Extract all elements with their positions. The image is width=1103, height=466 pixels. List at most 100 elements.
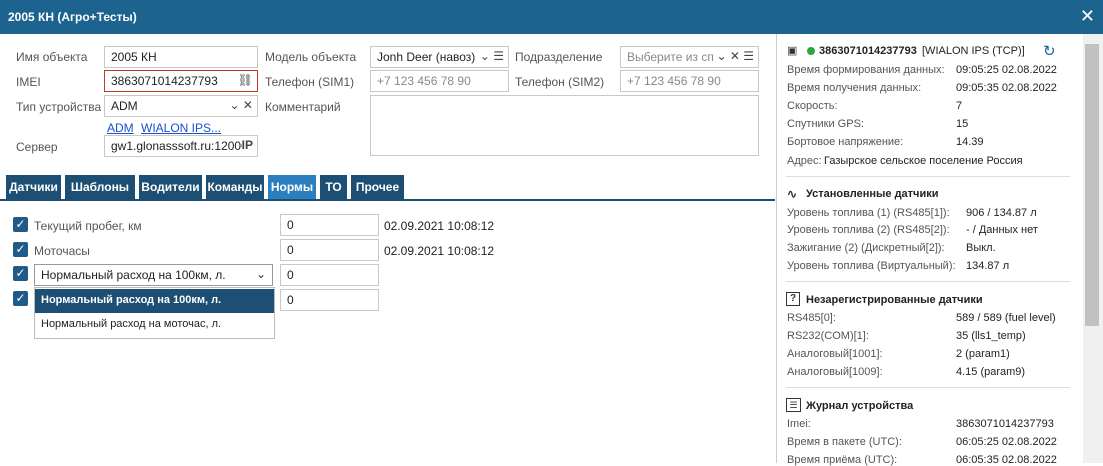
tab-templates[interactable]: Шаблоны bbox=[65, 175, 135, 199]
journal-value: 06:05:25 02.08.2022 bbox=[956, 436, 1057, 448]
division-placeholder: Выберите из сп bbox=[627, 50, 714, 64]
row2-label: Моточасы bbox=[34, 244, 90, 258]
close-icon[interactable]: ✕ bbox=[1080, 7, 1095, 25]
sensor-value: - / Данных нет bbox=[966, 224, 1038, 236]
tab-norms[interactable]: Нормы bbox=[268, 175, 316, 199]
tab-drivers[interactable]: Водители bbox=[139, 175, 202, 199]
dropdown-option-100km[interactable]: Нормальный расход на 100км, л. bbox=[35, 289, 274, 313]
address-label: Адрес: bbox=[787, 155, 822, 167]
tab-other[interactable]: Прочее bbox=[351, 175, 404, 199]
sensor-label: Аналоговый[1009]: bbox=[787, 366, 883, 378]
journal-title: Журнал устройства bbox=[806, 400, 914, 412]
address-value: Газырское сельское поселение Россия bbox=[824, 155, 1023, 167]
row2-checkbox[interactable]: ✓ bbox=[13, 242, 28, 257]
model-value: Jonh Deer (навоз) bbox=[377, 50, 476, 64]
device-row-label: Время формирования данных: bbox=[787, 64, 945, 76]
tab-maintenance[interactable]: ТО bbox=[320, 175, 347, 199]
window-titlebar: 2005 КН (Агро+Тесты) ✕ bbox=[0, 0, 1103, 34]
imei-input[interactable]: 3863071014237793 ⛓ bbox=[104, 70, 258, 92]
refresh-icon[interactable]: ↻ bbox=[1043, 42, 1056, 60]
sensor-value: 589 / 589 (fuel level) bbox=[956, 312, 1056, 324]
device-row-value: 09:05:25 02.08.2022 bbox=[956, 64, 1057, 76]
sensor-label: Уровень топлива (Виртуальный): bbox=[787, 260, 956, 272]
journal-icon: ☰ bbox=[786, 398, 801, 412]
sensor-label: Уровень топлива (2) (RS485[2]): bbox=[787, 224, 950, 236]
sensor-label: Аналоговый[1001]: bbox=[787, 348, 883, 360]
norm-type-value: Нормальный расход на 100км, л. bbox=[41, 268, 226, 282]
row3-value-input[interactable]: 0 bbox=[280, 264, 379, 286]
phone2-input[interactable]: +7 123 456 78 90 bbox=[620, 70, 759, 92]
row2-value-input[interactable]: 0 bbox=[280, 239, 379, 261]
row3-checkbox[interactable]: ✓ bbox=[13, 266, 28, 281]
link-wialon[interactable]: WIALON IPS... bbox=[141, 121, 221, 135]
device-row-label: Бортовое напряжение: bbox=[787, 136, 904, 148]
phone2-label: Телефон (SIM2) bbox=[515, 75, 605, 89]
tab-commands[interactable]: Команды bbox=[206, 175, 264, 199]
scrollbar-thumb[interactable] bbox=[1085, 44, 1099, 326]
phone1-input[interactable]: +7 123 456 78 90 bbox=[370, 70, 509, 92]
window-title: 2005 КН (Агро+Тесты) bbox=[8, 10, 137, 24]
server-input[interactable]: gw1.glonasssoft.ru:12000 IP bbox=[104, 135, 258, 157]
imei-value: 3863071014237793 bbox=[111, 74, 218, 88]
sensor-value: 2 (param1) bbox=[956, 348, 1010, 360]
chip-icon: ▣ bbox=[787, 45, 798, 57]
installed-title: Установленные датчики bbox=[806, 188, 939, 200]
link-icon[interactable]: ⛓ bbox=[237, 73, 253, 87]
device-id: 3863071014237793 bbox=[819, 45, 917, 57]
device-row-label: Спутники GPS: bbox=[787, 118, 864, 130]
section-divider bbox=[786, 387, 1070, 388]
device-row-value: 7 bbox=[956, 100, 963, 112]
row1-label: Текущий пробег, км bbox=[34, 219, 142, 233]
dropdown-clear-icons[interactable]: ⌄ ✕ bbox=[229, 98, 253, 112]
name-input[interactable]: 2005 КН bbox=[104, 46, 258, 68]
row1-date: 02.09.2021 10:08:12 bbox=[384, 219, 495, 233]
journal-label: Время в пакете (UTC): bbox=[787, 436, 902, 448]
comment-textarea[interactable] bbox=[370, 95, 759, 156]
sensor-value: 35 (lls1_temp) bbox=[956, 330, 1026, 342]
tab-sensors[interactable]: Датчики bbox=[6, 175, 61, 199]
device-protocol: [WIALON IPS (TCP)] bbox=[922, 45, 1025, 57]
journal-value: 3863071014237793 bbox=[956, 418, 1054, 430]
sensor-label: Уровень топлива (1) (RS485[1]): bbox=[787, 207, 950, 219]
pulse-icon: ∿ bbox=[787, 187, 798, 201]
phone1-label: Телефон (SIM1) bbox=[265, 75, 355, 89]
device-row-value: 15 bbox=[956, 118, 969, 130]
model-select[interactable]: Jonh Deer (навоз) ⌄ ☰ bbox=[370, 46, 509, 68]
device-type-select[interactable]: ADM ⌄ ✕ bbox=[104, 95, 258, 117]
division-label: Подразделение bbox=[515, 50, 603, 64]
journal-value: 06:05:35 02.08.2022 bbox=[956, 454, 1057, 466]
server-label: Сервер bbox=[16, 140, 58, 154]
dropdown-menu-icons[interactable]: ⌄ ☰ bbox=[479, 49, 504, 63]
sensor-label: RS232(COM)[1]: bbox=[787, 330, 869, 342]
device-row-value: 14.39 bbox=[956, 136, 984, 148]
status-dot bbox=[807, 47, 815, 55]
journal-label: Imei: bbox=[787, 418, 811, 430]
norm-type-select[interactable]: Нормальный расход на 100км, л. ⌄ bbox=[34, 264, 273, 286]
section-divider bbox=[786, 176, 1070, 177]
row1-checkbox[interactable]: ✓ bbox=[13, 217, 28, 232]
row2-date: 02.09.2021 10:08:12 bbox=[384, 244, 495, 258]
dropdown-clear-menu-icons[interactable]: ⌄ ✕ ☰ bbox=[716, 49, 754, 63]
device-row-label: Время получения данных: bbox=[787, 82, 922, 94]
link-adm[interactable]: ADM bbox=[107, 121, 134, 135]
question-icon: ? bbox=[786, 292, 800, 306]
row4-checkbox[interactable]: ✓ bbox=[13, 291, 28, 306]
device-type-label: Тип устройства bbox=[16, 100, 102, 114]
norm-type-dropdown: Нормальный расход на 100км, л. Нормальны… bbox=[34, 287, 275, 339]
sensor-value: 134.87 л bbox=[966, 260, 1010, 272]
section-divider bbox=[786, 281, 1070, 282]
device-row-label: Скорость: bbox=[787, 100, 838, 112]
journal-label: Время приёма (UTC): bbox=[787, 454, 898, 466]
sensor-value: 906 / 134.87 л bbox=[966, 207, 1037, 219]
right-panel-scrollbar[interactable] bbox=[1083, 34, 1103, 463]
tab-divider bbox=[0, 199, 775, 201]
row1-value-input[interactable]: 0 bbox=[280, 214, 379, 236]
row4-value-input[interactable]: 0 bbox=[280, 289, 379, 311]
dropdown-option-motohour[interactable]: Нормальный расход на моточас, л. bbox=[35, 313, 274, 337]
sensor-label: RS485[0]: bbox=[787, 312, 836, 324]
device-row-value: 09:05:35 02.08.2022 bbox=[956, 82, 1057, 94]
chevron-down-icon: ⌄ bbox=[255, 267, 266, 281]
server-value: gw1.glonasssoft.ru:12000 bbox=[111, 139, 248, 153]
server-ip-badge[interactable]: IP bbox=[241, 138, 253, 152]
division-select[interactable]: Выберите из сп ⌄ ✕ ☰ bbox=[620, 46, 759, 68]
